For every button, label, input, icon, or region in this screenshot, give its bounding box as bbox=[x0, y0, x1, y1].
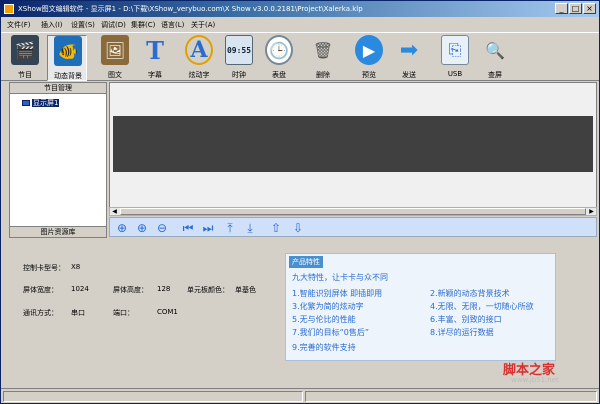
menu-file[interactable]: 文件(F) bbox=[7, 20, 31, 30]
tree-item-label: 显示屏1 bbox=[32, 99, 60, 107]
program-manager-header: 节目管理 bbox=[10, 83, 106, 94]
move-down-icon[interactable]: ⇩ bbox=[290, 220, 306, 236]
status-bar bbox=[1, 388, 599, 403]
scroll-left-arrow-icon[interactable]: ◀ bbox=[110, 208, 119, 215]
menu-about[interactable]: 关于(A) bbox=[191, 20, 215, 30]
tool-send[interactable]: ➡ 发送 bbox=[389, 35, 429, 81]
feature-item: 5.无与伦比的性能 bbox=[292, 315, 356, 324]
menu-debug[interactable]: 调试(D) bbox=[101, 20, 126, 30]
comm-label: 通讯方式： bbox=[23, 309, 58, 317]
canvas-nav-toolbar: ⊕ ⊕ ⊖ ⏮ ⏭ ⤒ ⤓ ⇧ ⇩ bbox=[109, 217, 597, 237]
app-window: XShow图文编辑软件 - 显示屏1 - D:\下载\XShow_verybuo… bbox=[0, 0, 600, 404]
maximize-button[interactable]: □ bbox=[569, 3, 582, 14]
analog-clock-icon: 🕒 bbox=[265, 35, 293, 65]
feature-item: 8.详尽的运行数据 bbox=[430, 328, 494, 337]
minimize-button[interactable]: _ bbox=[555, 3, 568, 14]
window-title: XShow图文编辑软件 - 显示屏1 - D:\下载\XShow_verybuo… bbox=[18, 5, 363, 13]
tool-subtitle[interactable]: T 字幕 bbox=[135, 35, 175, 81]
digital-clock-icon: 09:55 bbox=[225, 35, 253, 65]
menu-language[interactable]: 语言(L) bbox=[161, 20, 184, 30]
feature-item: 3.化繁为简的炫动字 bbox=[292, 302, 364, 311]
horizontal-scrollbar[interactable]: ◀ ▶ bbox=[109, 207, 597, 216]
feature-item: 6.丰富、别致的接口 bbox=[430, 315, 502, 324]
move-up-icon[interactable]: ⇧ bbox=[268, 220, 284, 236]
feature-item: 1.智能识别屏体 即插即用 bbox=[292, 289, 383, 298]
picture-icon: 🖼 bbox=[101, 35, 129, 65]
toolbar: 🎬 节目 🐠 动态背景 🖼 图文 T 字幕 A 炫动字 09:55 时钟 🕒 表… bbox=[1, 32, 599, 81]
port-label: 端口： bbox=[113, 309, 134, 317]
first-icon[interactable]: ⏮ bbox=[180, 220, 196, 236]
zoom-fit-icon[interactable]: ⊕ bbox=[114, 220, 130, 236]
animated-text-icon: A bbox=[185, 35, 213, 65]
image-library-button[interactable]: 图片资源库 bbox=[10, 226, 106, 237]
tool-check-screen[interactable]: 🔍 查屏 bbox=[475, 35, 515, 81]
tool-program[interactable]: 🎬 节目 bbox=[5, 35, 45, 81]
height-value: 128 bbox=[157, 285, 171, 293]
port-value: COM1 bbox=[157, 308, 178, 316]
feature-item: 9.完善的软件支持 bbox=[292, 343, 356, 352]
send-arrow-icon: ➡ bbox=[399, 37, 419, 63]
tool-delete[interactable]: 🗑 删除 bbox=[303, 35, 343, 81]
close-button[interactable]: × bbox=[583, 3, 596, 14]
led-screen-area[interactable] bbox=[113, 116, 593, 172]
watermark-url: www.jb51.net bbox=[511, 376, 559, 384]
tool-dial[interactable]: 🕒 表盘 bbox=[259, 35, 299, 81]
status-segment bbox=[3, 391, 303, 402]
comm-value: 串口 bbox=[71, 309, 85, 317]
top-align-icon[interactable]: ⤒ bbox=[222, 220, 238, 236]
bottom-align-icon[interactable]: ⤓ bbox=[242, 220, 258, 236]
last-icon[interactable]: ⏭ bbox=[200, 220, 216, 236]
width-value: 1024 bbox=[71, 285, 89, 293]
preview-canvas[interactable] bbox=[109, 82, 597, 216]
color-value: 单基色 bbox=[235, 286, 256, 294]
menu-cluster[interactable]: 集群(C) bbox=[131, 20, 155, 30]
trash-icon: 🗑 bbox=[312, 40, 334, 60]
features-lead: 九大特性，让卡卡与众不同 bbox=[292, 273, 388, 282]
tree-item-screen[interactable]: 显示屏1 bbox=[22, 98, 60, 108]
magnifier-icon: 🔍 bbox=[485, 40, 505, 60]
menu-bar: 文件(F) 插入(I) 设置(S) 调试(D) 集群(C) 语言(L) 关于(A… bbox=[1, 18, 599, 32]
features-tag: 产品特性 bbox=[289, 256, 323, 268]
scroll-thumb[interactable] bbox=[120, 208, 586, 215]
app-icon bbox=[4, 4, 14, 14]
play-icon: ▶ bbox=[355, 35, 383, 65]
height-label: 屏体高度： bbox=[113, 286, 148, 294]
clapper-icon: 🎬 bbox=[11, 35, 39, 65]
feature-item: 7.我们的目标“0售后” bbox=[292, 328, 370, 337]
zoom-out-icon[interactable]: ⊖ bbox=[154, 220, 170, 236]
fish-icon: 🐠 bbox=[54, 36, 82, 66]
controller-label: 控制卡型号： bbox=[23, 264, 65, 272]
menu-insert[interactable]: 插入(I) bbox=[41, 20, 63, 30]
width-label: 屏体宽度： bbox=[23, 286, 58, 294]
zoom-in-icon[interactable]: ⊕ bbox=[134, 220, 150, 236]
usb-icon: ⎘ bbox=[441, 35, 469, 65]
tool-dynamic-background[interactable]: 🐠 动态背景 bbox=[47, 35, 87, 81]
color-label: 单元板颜色： bbox=[187, 286, 229, 294]
product-features-box: 产品特性 九大特性，让卡卡与众不同 1.智能识别屏体 即插即用 2.新颖的动态背… bbox=[285, 253, 556, 361]
scroll-right-arrow-icon[interactable]: ▶ bbox=[587, 208, 596, 215]
monitor-icon bbox=[22, 100, 30, 106]
program-manager-panel: 节目管理 显示屏1 图片资源库 bbox=[9, 82, 107, 238]
menu-settings[interactable]: 设置(S) bbox=[71, 20, 95, 30]
text-t-icon: T bbox=[146, 35, 164, 65]
status-segment bbox=[305, 391, 597, 402]
feature-item: 2.新颖的动态背景技术 bbox=[430, 289, 510, 298]
title-bar[interactable]: XShow图文编辑软件 - 显示屏1 - D:\下载\XShow_verybuo… bbox=[1, 1, 599, 17]
controller-value: X8 bbox=[71, 263, 81, 271]
feature-item: 4.无限、无限，一切随心所欲 bbox=[430, 302, 534, 311]
